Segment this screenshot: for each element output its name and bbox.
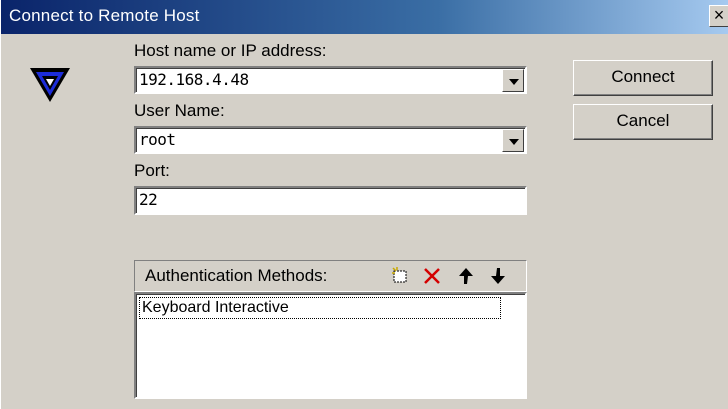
arrow-down-icon[interactable] (487, 265, 509, 287)
host-value: 192.168.4.48 (139, 70, 249, 89)
title-bar: Connect to Remote Host × (1, 0, 728, 34)
list-item[interactable]: Keyboard Interactive (139, 297, 501, 319)
auth-methods-label: Authentication Methods: (145, 266, 328, 285)
host-combobox[interactable]: 192.168.4.48 (134, 66, 527, 94)
port-input[interactable]: 22 (134, 186, 527, 215)
close-button[interactable]: × (709, 5, 728, 27)
user-combobox[interactable]: root (134, 126, 527, 154)
window-title: Connect to Remote Host (9, 6, 200, 25)
arrow-up-icon[interactable] (455, 265, 477, 287)
host-dropdown-icon[interactable] (502, 69, 524, 92)
auth-methods-list[interactable]: Keyboard Interactive (134, 292, 527, 399)
cancel-button[interactable]: Cancel (573, 104, 713, 140)
port-label: Port: (134, 161, 170, 180)
auth-methods-header: Authentication Methods: (134, 260, 527, 292)
port-value: 22 (139, 190, 158, 209)
app-logo-icon (30, 68, 70, 102)
new-item-icon[interactable] (389, 265, 411, 287)
user-label: User Name: (134, 101, 225, 120)
connect-dialog: Connect to Remote Host × Host name or IP… (0, 0, 728, 409)
connect-button[interactable]: Connect (573, 60, 713, 96)
user-dropdown-icon[interactable] (502, 129, 524, 152)
host-label: Host name or IP address: (134, 41, 327, 60)
delete-icon[interactable] (421, 265, 443, 287)
user-value: root (139, 130, 176, 149)
